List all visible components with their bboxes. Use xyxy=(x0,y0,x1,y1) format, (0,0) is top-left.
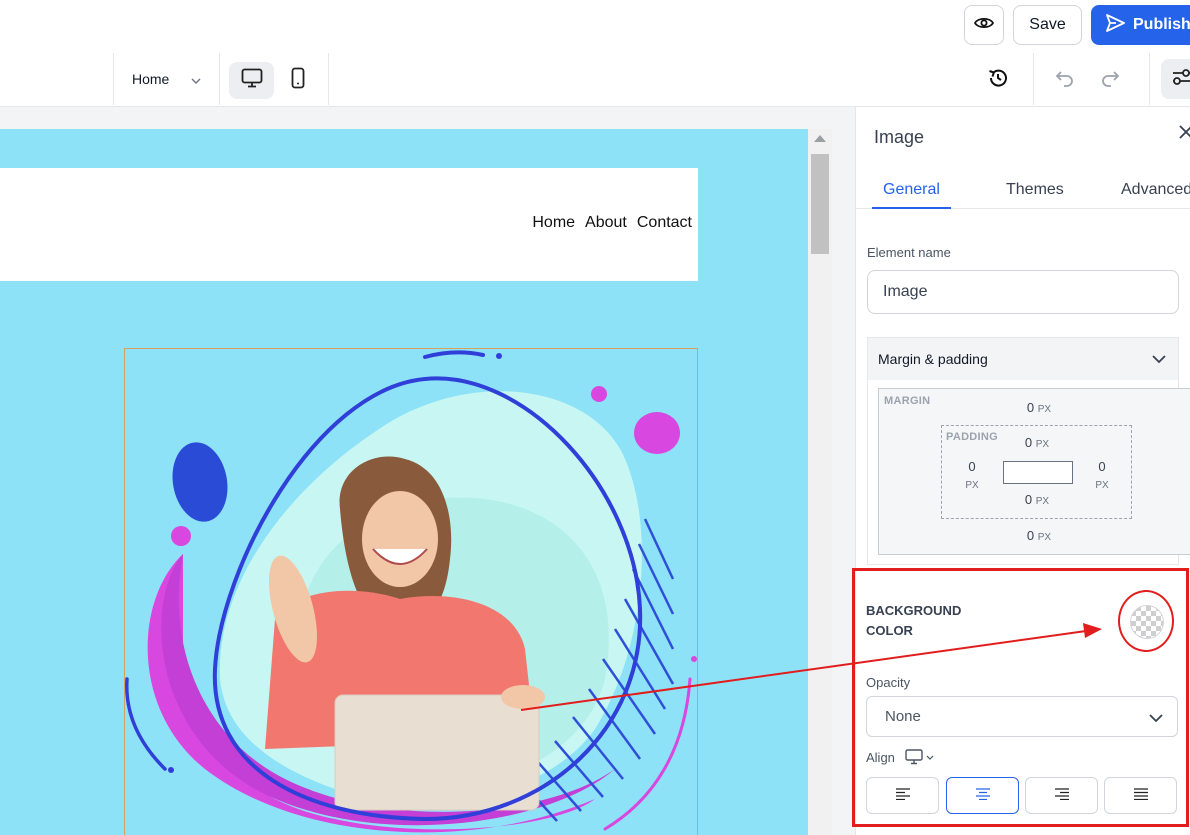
sliders-icon xyxy=(1171,67,1190,92)
top-bar: Save Publish xyxy=(0,0,1190,50)
toolbar-divider xyxy=(328,53,329,105)
opacity-label: Opacity xyxy=(866,675,911,690)
chevron-down-icon xyxy=(1152,351,1166,367)
properties-panel: Image General Themes Advanced Element na… xyxy=(852,107,1190,835)
close-icon xyxy=(1179,125,1190,143)
undo-icon xyxy=(1054,68,1076,93)
toolbar-divider xyxy=(113,53,114,105)
align-center-button[interactable] xyxy=(946,777,1019,814)
padding-box: PADDING 0 PX 0 PX 0 PX 0 PX xyxy=(941,425,1132,519)
site-nav: Home About Contact xyxy=(532,214,692,232)
align-label: Align xyxy=(866,749,895,765)
tab-advanced[interactable]: Advanced xyxy=(1121,181,1190,199)
padding-right-value[interactable]: 0 PX xyxy=(1082,458,1122,494)
mobile-icon xyxy=(291,67,305,94)
background-color-swatch[interactable] xyxy=(1130,605,1164,639)
nav-link-about[interactable]: About xyxy=(585,214,627,232)
margin-box: MARGIN 0 PX PADDING 0 PX 0 PX 0 PX 0 PX 0 … xyxy=(878,388,1190,555)
align-justify-icon xyxy=(1133,787,1149,805)
padding-top-value[interactable]: 0 PX xyxy=(1012,435,1062,450)
publish-label: Publish xyxy=(1133,16,1190,33)
settings-button[interactable] xyxy=(1161,59,1190,99)
align-justify-button[interactable] xyxy=(1104,777,1177,814)
device-mobile-button[interactable] xyxy=(283,62,313,99)
margin-label: MARGIN xyxy=(884,395,931,407)
chevron-down-icon xyxy=(191,71,201,87)
margin-padding-body: MARGIN 0 PX PADDING 0 PX 0 PX 0 PX 0 PX 0 … xyxy=(867,380,1190,565)
close-button[interactable] xyxy=(1179,125,1190,144)
canvas-page[interactable]: Home About Contact xyxy=(0,129,808,835)
margin-padding-accordion[interactable]: Margin & padding xyxy=(867,337,1179,380)
device-desktop-button[interactable] xyxy=(229,62,274,99)
publish-button[interactable]: Publish xyxy=(1091,5,1190,45)
eye-icon xyxy=(973,16,995,35)
background-color-label: BACKGROUND COLOR xyxy=(866,603,962,638)
align-right-button[interactable] xyxy=(1025,777,1098,814)
image-element[interactable] xyxy=(124,348,698,835)
margin-top-value[interactable]: 0 PX xyxy=(1014,400,1064,415)
background-settings-section: BACKGROUND COLOR Opacity None Align xyxy=(852,568,1189,827)
page-select-value: Home xyxy=(132,71,170,87)
tab-themes[interactable]: Themes xyxy=(1006,181,1064,199)
redo-icon xyxy=(1099,68,1121,93)
padding-left-value[interactable]: 0 PX xyxy=(952,458,992,494)
element-preview-box xyxy=(1003,461,1073,484)
margin-padding-label: Margin & padding xyxy=(878,351,988,367)
canvas-area: Home About Contact xyxy=(0,107,855,835)
nav-link-home[interactable]: Home xyxy=(532,214,575,232)
editor-window: Save Publish Home Home About Contact Ima… xyxy=(0,0,1190,835)
opacity-select[interactable]: None xyxy=(866,696,1178,737)
send-icon xyxy=(1105,13,1125,37)
align-right-icon xyxy=(1054,787,1070,805)
redo-button[interactable] xyxy=(1097,67,1123,93)
preview-button[interactable] xyxy=(964,5,1004,45)
save-button[interactable]: Save xyxy=(1013,5,1082,45)
history-button[interactable] xyxy=(985,67,1011,93)
element-name-input[interactable]: Image xyxy=(867,270,1179,314)
site-header[interactable]: Home About Contact xyxy=(0,168,698,281)
chevron-down-icon xyxy=(1149,710,1163,727)
hero-illustration xyxy=(125,350,697,833)
desktop-icon xyxy=(241,68,263,93)
panel-title: Image xyxy=(874,127,925,147)
tab-general[interactable]: General xyxy=(883,181,940,199)
toolbar-divider xyxy=(1033,53,1034,105)
active-tab-indicator xyxy=(872,207,951,209)
padding-label: PADDING xyxy=(946,431,999,443)
history-icon xyxy=(987,67,1009,94)
align-left-icon xyxy=(895,787,911,805)
panel-tabs: General Themes Advanced xyxy=(856,169,1190,209)
margin-bottom-value[interactable]: 0 PX xyxy=(1014,528,1064,543)
align-center-icon xyxy=(975,787,991,805)
nav-link-contact[interactable]: Contact xyxy=(637,214,692,232)
opacity-select-value: None xyxy=(885,708,921,725)
align-left-button[interactable] xyxy=(866,777,939,814)
page-select[interactable]: Home xyxy=(132,71,201,87)
toolbar-divider xyxy=(219,53,220,105)
editor-toolbar: Home xyxy=(0,53,1190,107)
toolbar-divider xyxy=(1149,53,1150,105)
canvas-scrollbar[interactable] xyxy=(808,129,832,835)
desktop-icon[interactable] xyxy=(905,749,934,765)
undo-button[interactable] xyxy=(1052,67,1078,93)
scroll-thumb[interactable] xyxy=(811,154,829,254)
scroll-up-arrow-icon[interactable] xyxy=(814,135,826,142)
align-label-row: Align xyxy=(866,749,934,765)
padding-bottom-value[interactable]: 0 PX xyxy=(1012,492,1062,507)
element-name-label: Element name xyxy=(867,245,951,260)
